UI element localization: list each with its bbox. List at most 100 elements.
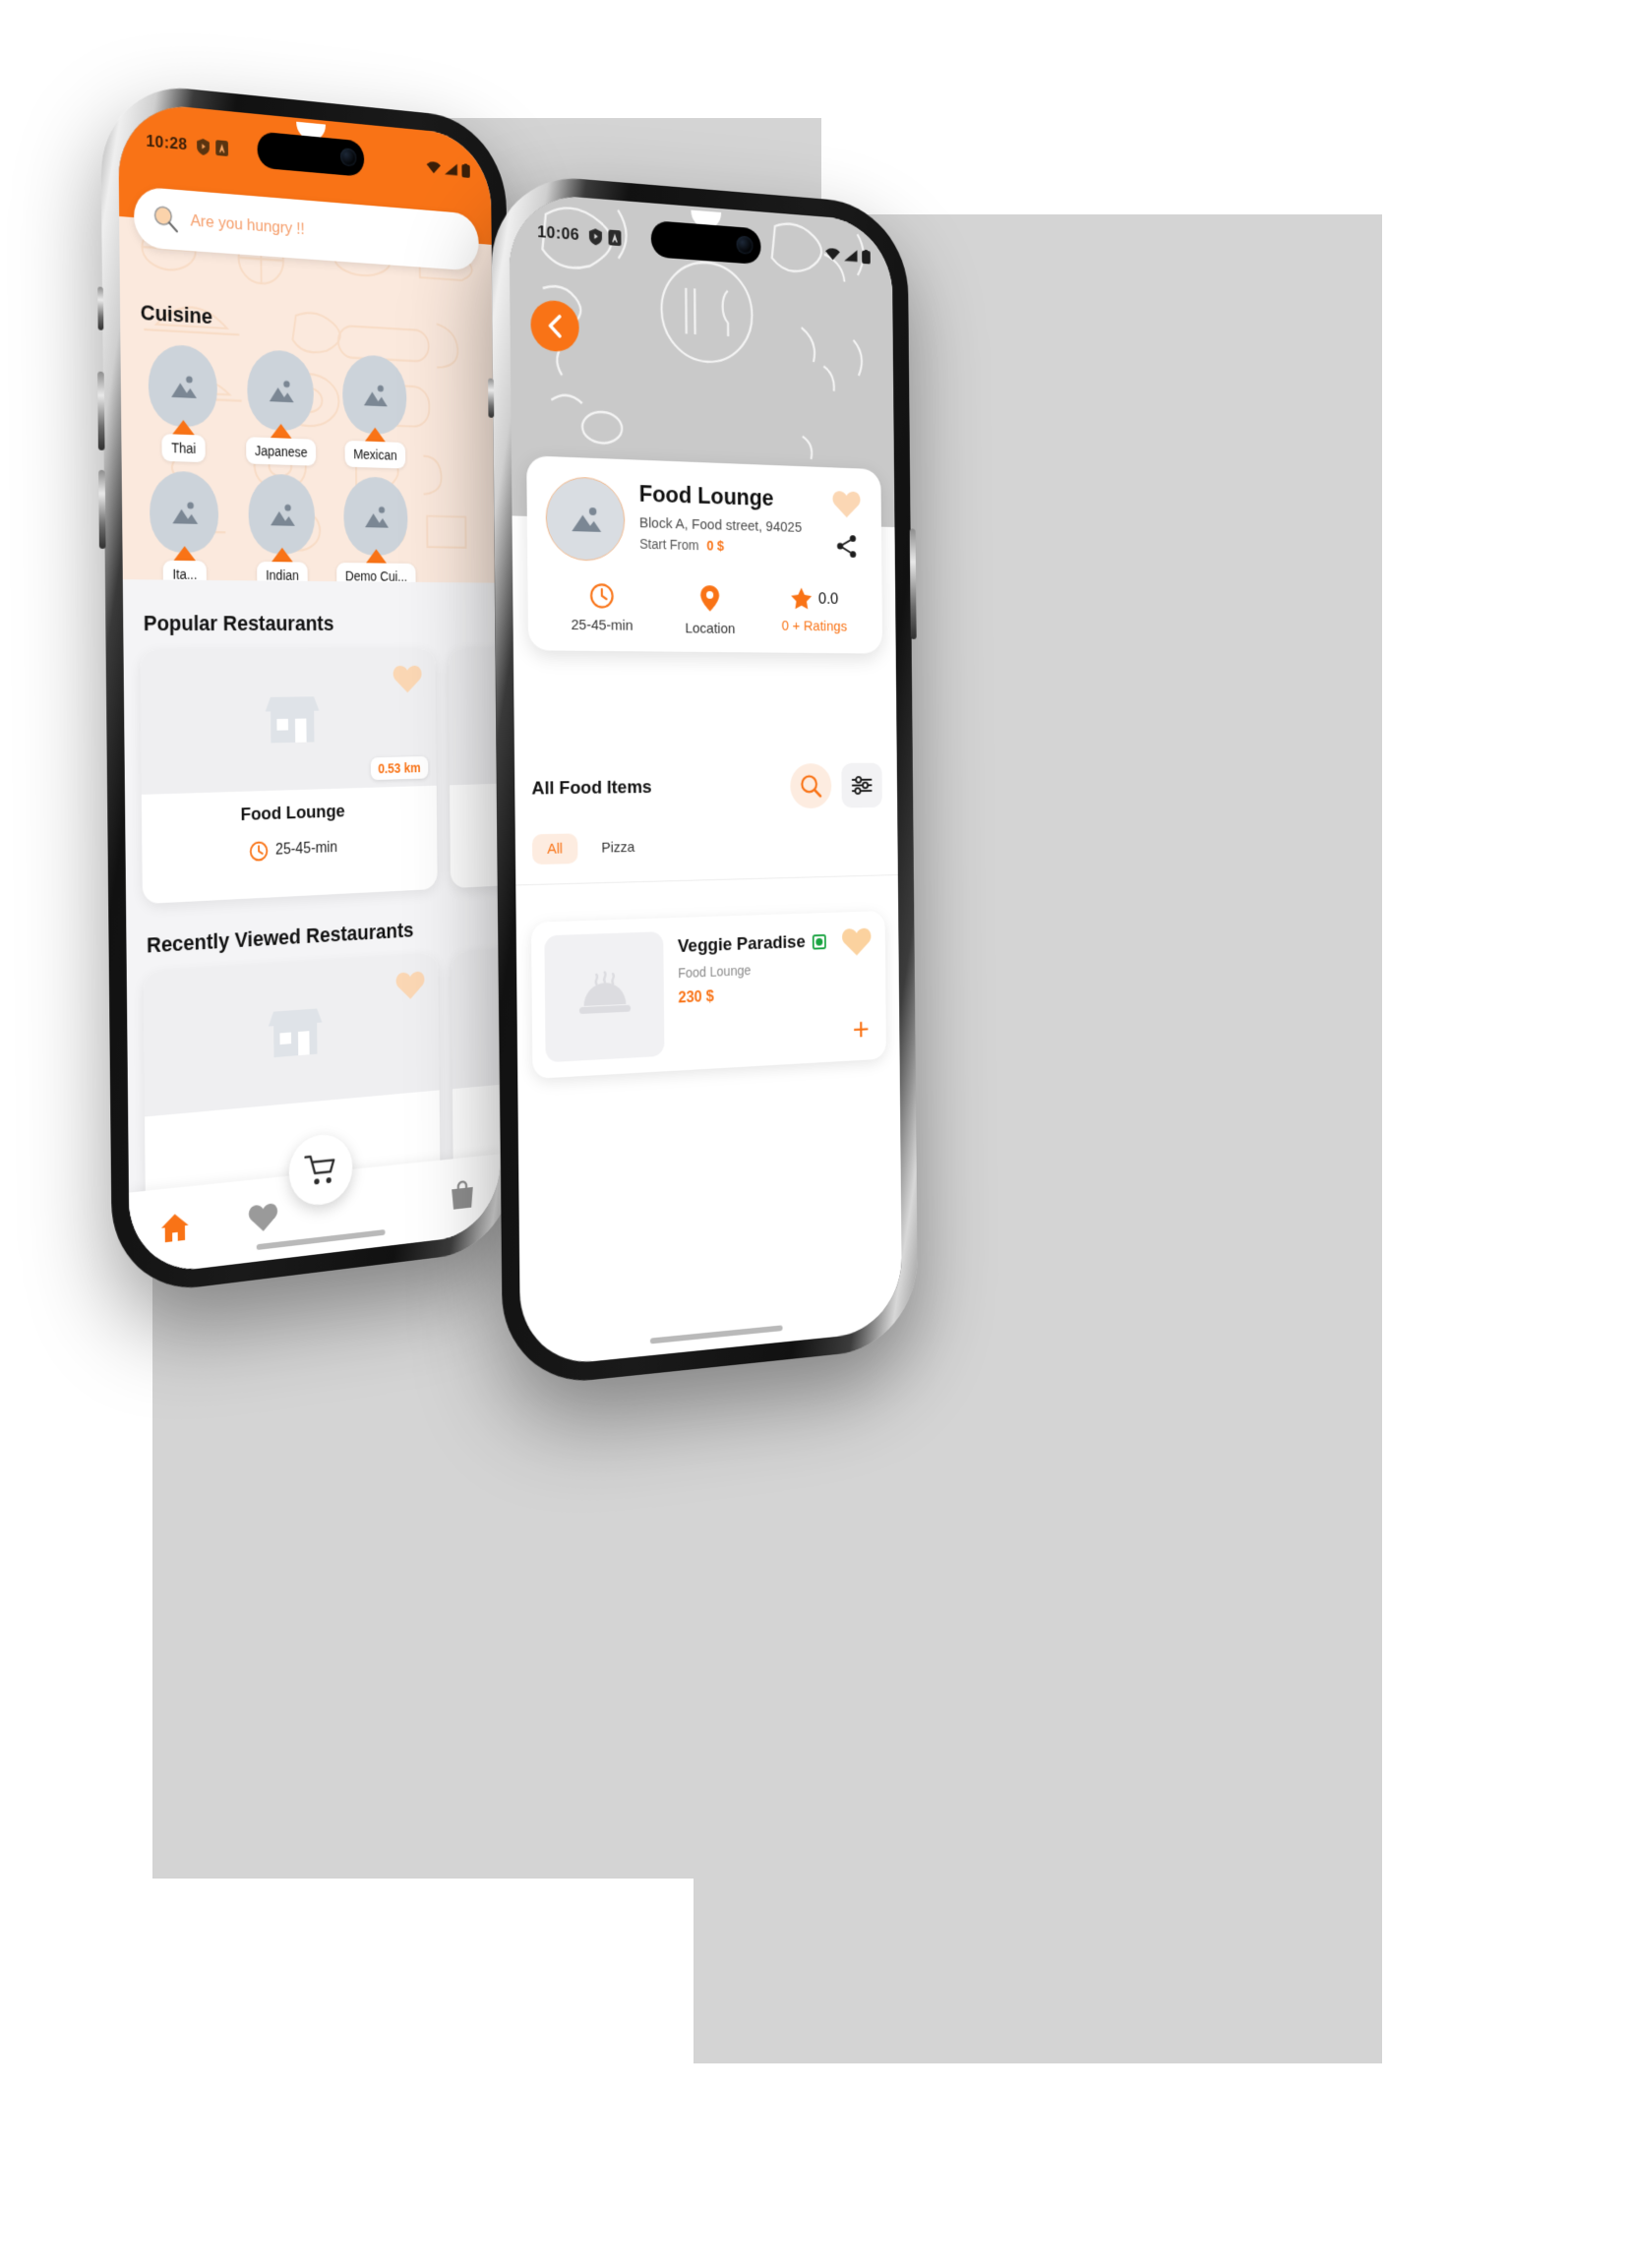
battery-icon: [862, 249, 871, 265]
cuisine-label: Ita...: [162, 560, 207, 583]
location-pin-icon: [700, 585, 720, 612]
food-item-price: 230 $: [678, 988, 714, 1007]
cuisine-item[interactable]: Indian: [234, 473, 330, 583]
rating-value: 0.0: [817, 589, 839, 608]
restaurant-name: [450, 790, 501, 799]
distance-badge: 0.53 km: [370, 755, 429, 781]
cuisine-grid: Thai Japanese Mexican Ita... Indian Demo…: [134, 342, 495, 583]
restaurant-stats: 25-45-min Location 0.0 0 + Ratings: [546, 581, 865, 638]
restaurant-image: 0.53 km: [140, 648, 437, 795]
veg-marker-icon: [812, 933, 826, 950]
ratings-count-label: 0 + Ratings: [781, 618, 848, 635]
phone-screen-bezel: 10:06 Food Lounge Block A, Food street, …: [509, 191, 903, 1369]
favorite-heart-icon[interactable]: [392, 662, 423, 693]
restaurant-meta: Food Lounge Block A, Food street, 94025 …: [639, 479, 816, 566]
wifi-icon: [426, 160, 441, 174]
status-time: 10:06: [537, 222, 580, 245]
category-chips: All Pizza: [515, 807, 898, 865]
screenshot-stage: 10:28 Are you hungry !! Cuisine Thai Jap…: [0, 0, 1629, 2268]
search-icon: [152, 204, 180, 235]
cuisine-item[interactable]: Japanese: [233, 348, 329, 466]
cart-icon: [304, 1151, 336, 1185]
restaurant-detail-screen: 10:06 Food Lounge Block A, Food street, …: [509, 191, 903, 1369]
home-screen: 10:28 Are you hungry !! Cuisine Thai Jap…: [117, 100, 501, 1278]
cuisine-item[interactable]: Mexican: [329, 353, 420, 469]
volume-down-button[interactable]: [98, 469, 106, 549]
delivery-time-label: 25-45-min: [571, 617, 634, 634]
favorite-heart-icon[interactable]: [832, 488, 862, 523]
stat-delivery-time: 25-45-min: [546, 581, 656, 636]
sidebar-item-home[interactable]: [158, 1210, 190, 1249]
cuisine-title: Cuisine: [140, 300, 213, 329]
chip-pizza[interactable]: Pizza: [586, 832, 649, 864]
location-label: Location: [685, 620, 736, 637]
all-food-section: All Food Items All Pizza: [514, 762, 898, 886]
battery-icon: [461, 162, 470, 178]
popular-restaurants-title: Popular Restaurants: [143, 611, 334, 635]
image-placeholder-icon: [343, 476, 408, 557]
restaurant-name: Food Lounge: [638, 481, 774, 511]
stat-location[interactable]: Location: [656, 583, 762, 637]
share-icon[interactable]: [836, 534, 859, 564]
mute-switch[interactable]: [97, 286, 104, 330]
power-button[interactable]: [909, 528, 917, 639]
recently-viewed-title: Recently Viewed Restaurants: [146, 918, 414, 958]
start-from-value: 0 $: [706, 537, 724, 554]
volume-up-button[interactable]: [97, 371, 105, 450]
delivery-time-label: 25-45-min: [274, 839, 338, 859]
search-icon: [800, 774, 822, 799]
cuisine-item[interactable]: Thai: [134, 342, 232, 463]
restaurant-actions: [828, 486, 865, 567]
phone-mockup-detail: 10:06 Food Lounge Block A, Food street, …: [488, 171, 919, 1390]
food-dome-icon: [578, 969, 632, 1015]
cuisine-item[interactable]: Demo Cui...: [330, 476, 421, 583]
add-to-cart-plus-icon[interactable]: +: [852, 1011, 869, 1047]
heart-icon: [248, 1203, 277, 1233]
image-placeholder-icon: [148, 343, 218, 429]
favorite-heart-icon[interactable]: [841, 925, 872, 962]
restaurant-address: Block A, Food street, 94025: [638, 514, 803, 536]
cuisine-label: Mexican: [344, 440, 406, 469]
restaurant-card[interactable]: 0.53 km Food Lounge 25-45-min: [140, 648, 438, 905]
sidebar-item-orders[interactable]: [450, 1178, 474, 1216]
food-item-name: Veggie Paradise: [677, 931, 806, 957]
image-placeholder-icon: [247, 348, 315, 432]
chip-all[interactable]: All: [531, 833, 578, 865]
image-placeholder-icon: [341, 353, 407, 436]
cuisine-label: Japanese: [245, 437, 317, 466]
app-letter-icon: [215, 140, 229, 157]
cuisine-item[interactable]: Ita...: [135, 470, 233, 583]
chevron-left-icon: [546, 313, 565, 339]
all-food-title: All Food Items: [531, 777, 652, 800]
status-time: 10:28: [146, 131, 188, 154]
rating-row: 0.0: [790, 586, 839, 612]
home-indicator: [649, 1325, 783, 1344]
sidebar-item-favorites[interactable]: [248, 1201, 278, 1238]
signal-icon: [844, 248, 858, 262]
image-placeholder-icon: [149, 470, 219, 554]
cuisine-label: Indian: [257, 561, 308, 583]
food-search-button[interactable]: [790, 763, 832, 809]
restaurant-card[interactable]: [448, 647, 501, 889]
status-right-icons: [825, 246, 871, 265]
restaurant-delivery-time: 25-45-min: [142, 834, 437, 867]
restaurant-image: [448, 647, 501, 786]
favorite-heart-icon[interactable]: [395, 968, 426, 1001]
restaurant-card[interactable]: [451, 935, 501, 1192]
filter-button[interactable]: [841, 762, 882, 808]
cuisine-label: Thai: [161, 434, 206, 463]
start-from-label: Start From: [639, 535, 699, 554]
restaurant-name: Food Lounge: [240, 801, 345, 825]
status-left-icons: [197, 137, 229, 157]
food-item-image: [544, 931, 665, 1063]
restaurant-info-card: Food Lounge Block A, Food street, 94025 …: [526, 455, 883, 654]
shield-play-icon: [589, 227, 603, 246]
food-item-card[interactable]: Veggie Paradise Food Lounge 230 $ +: [530, 911, 887, 1079]
mute-switch[interactable]: [488, 378, 495, 418]
all-food-buttons: [790, 762, 882, 809]
clock-icon: [589, 582, 615, 610]
star-icon: [790, 587, 812, 610]
shield-play-icon: [197, 137, 211, 155]
tabbar-fab-spacer: [333, 1205, 395, 1212]
stat-ratings: 0.0 0 + Ratings: [762, 585, 866, 638]
